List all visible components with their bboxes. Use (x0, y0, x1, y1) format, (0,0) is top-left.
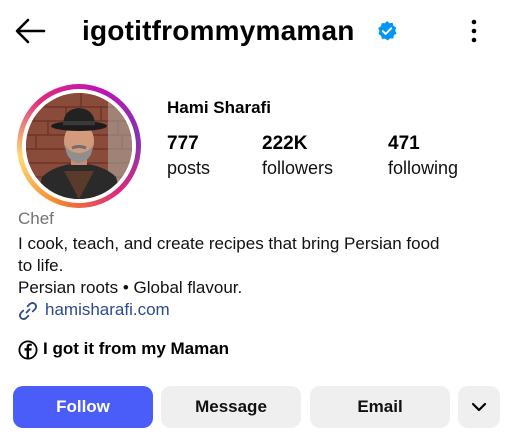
stat-following[interactable]: 471 following (388, 133, 458, 181)
avatar-ring-gap (22, 89, 136, 203)
top-bar: igotitfrommymaman (0, 0, 517, 62)
profile-avatar-story-ring[interactable] (17, 84, 141, 208)
avatar (26, 93, 132, 199)
stat-followers-label: followers (262, 158, 334, 178)
profile-full-name: Hami Sharafi (167, 98, 271, 117)
arrow-left-icon[interactable] (14, 17, 46, 45)
profile-category: Chef (18, 209, 54, 228)
message-button[interactable]: Message (161, 386, 301, 428)
bio-line: to life. (18, 256, 64, 275)
avatar-photo (26, 93, 132, 199)
stat-posts-count: 777 (167, 133, 199, 154)
more-vertical-icon[interactable] (464, 17, 484, 45)
chevron-down-icon (471, 402, 487, 412)
verified-badge-icon (378, 21, 397, 41)
profile-bio: I cook, teach, and create recipes that b… (18, 233, 508, 299)
facebook-icon (18, 340, 38, 360)
bio-line: Persian roots • Global flavour. (18, 278, 243, 297)
profile-username: igotitfrommymaman (82, 15, 355, 46)
website-link-text: hamisharafi.com (45, 300, 170, 319)
facebook-page-name: I got it from my Maman (43, 339, 230, 358)
suggested-accounts-button[interactable] (458, 386, 500, 428)
follow-button[interactable]: Follow (13, 386, 153, 428)
stat-posts-label: posts (167, 158, 211, 178)
bio-line: I cook, teach, and create recipes that b… (18, 234, 440, 253)
stat-following-label: following (388, 158, 459, 178)
stat-posts[interactable]: 777 posts (167, 133, 210, 181)
email-button[interactable]: Email (310, 386, 450, 428)
stat-followers-count: 222K (262, 133, 308, 154)
stat-following-count: 471 (388, 133, 420, 154)
stat-followers[interactable]: 222K followers (262, 133, 333, 181)
link-icon (19, 302, 37, 320)
